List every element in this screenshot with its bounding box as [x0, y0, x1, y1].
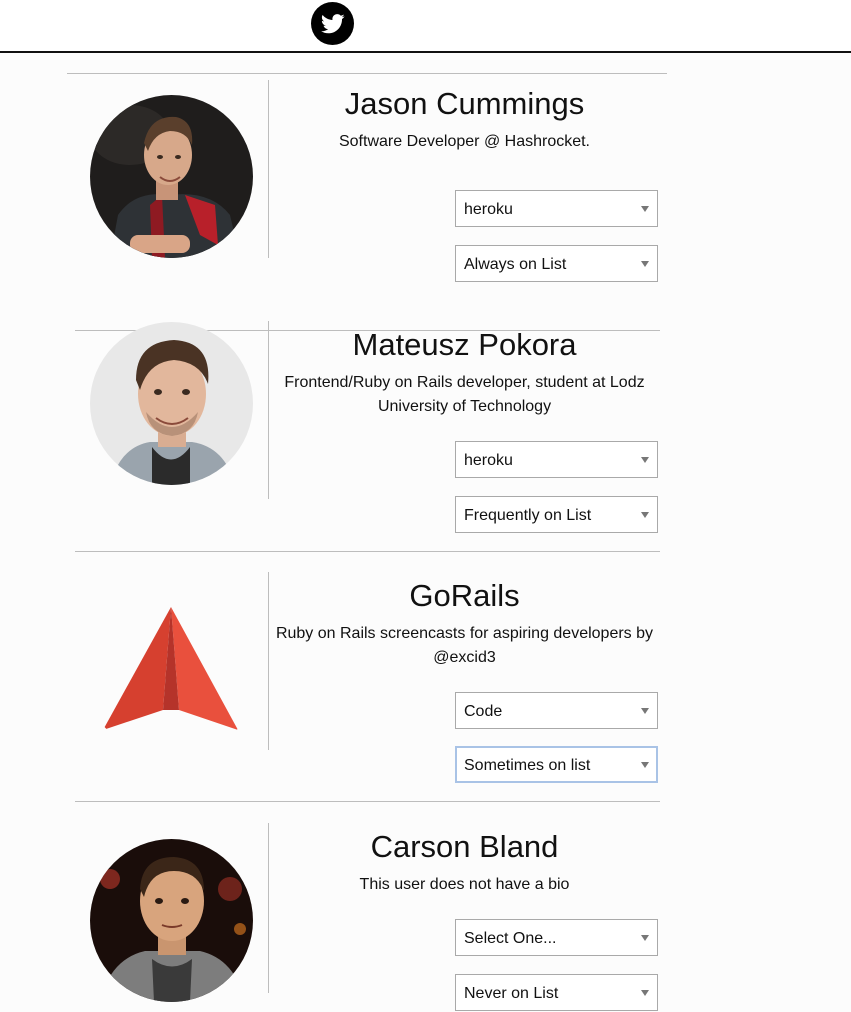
category-select[interactable]: heroku: [455, 441, 658, 478]
chevron-down-icon: [641, 990, 649, 996]
category-select[interactable]: heroku: [455, 190, 658, 227]
user-info: Mateusz Pokora Frontend/Ruby on Rails de…: [269, 307, 660, 419]
chevron-down-icon: [641, 512, 649, 518]
chevron-down-icon: [641, 762, 649, 768]
chevron-down-icon: [641, 261, 649, 267]
avatar-photo-icon: [90, 95, 253, 258]
frequency-select-value: Frequently on List: [464, 507, 592, 524]
category-select-value: Code: [464, 703, 503, 720]
category-select-value: Select One...: [464, 930, 557, 947]
avatar-photo-icon: [90, 322, 253, 485]
user-card: Carson Bland This user does not have a b…: [75, 809, 660, 1011]
twitter-icon[interactable]: [311, 2, 354, 45]
category-select[interactable]: Select One...: [455, 919, 658, 956]
user-name: Mateusz Pokora: [352, 327, 577, 362]
chevron-down-icon: [641, 708, 649, 714]
frequency-select-value: Never on List: [464, 985, 559, 1002]
frequency-select[interactable]: Always on List: [455, 245, 658, 282]
user-info: Jason Cummings Software Developer @ Hash…: [269, 80, 660, 154]
user-info: Carson Bland This user does not have a b…: [269, 809, 660, 897]
category-select-value: heroku: [464, 201, 513, 218]
category-select[interactable]: Code: [455, 692, 658, 729]
avatar: [90, 95, 253, 258]
user-card: Mateusz Pokora Frontend/Ruby on Rails de…: [75, 307, 660, 558]
top-bar: [0, 0, 851, 53]
avatar: [90, 322, 253, 485]
user-bio: This user does not have a bio: [359, 876, 570, 893]
user-name: Carson Bland: [370, 829, 559, 864]
chevron-down-icon: [641, 457, 649, 463]
user-name: Jason Cummings: [344, 86, 585, 121]
user-name: GoRails: [409, 578, 520, 613]
frequency-select-value: Always on List: [464, 256, 567, 273]
gorails-logo-icon: [83, 580, 261, 758]
user-card: GoRails Ruby on Rails screencasts for as…: [75, 558, 660, 809]
chevron-down-icon: [641, 206, 649, 212]
twitter-bird-icon: [320, 13, 345, 33]
card-bottom-divider: [75, 551, 660, 552]
avatar: [90, 839, 253, 1002]
category-select-value: heroku: [464, 452, 513, 469]
frequency-select[interactable]: Sometimes on list: [455, 746, 658, 783]
frequency-select-value: Sometimes on list: [464, 757, 591, 774]
top-divider: [67, 73, 667, 74]
user-bio: Ruby on Rails screencasts for aspiring d…: [275, 625, 654, 666]
user-card: Jason Cummings Software Developer @ Hash…: [75, 80, 660, 331]
avatar-photo-icon: [90, 839, 253, 1002]
chevron-down-icon: [641, 935, 649, 941]
user-bio: Software Developer @ Hashrocket.: [338, 133, 590, 150]
card-bottom-divider: [75, 801, 660, 802]
user-info: GoRails Ruby on Rails screencasts for as…: [269, 558, 660, 670]
frequency-select[interactable]: Frequently on List: [455, 496, 658, 533]
avatar: [83, 580, 261, 758]
user-bio: Frontend/Ruby on Rails developer, studen…: [284, 374, 645, 415]
